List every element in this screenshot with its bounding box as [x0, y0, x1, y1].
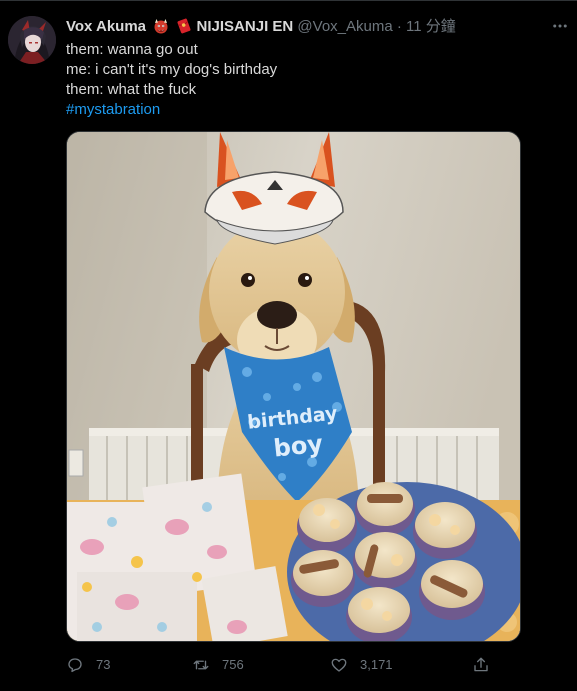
tweet-header: Vox Akuma NIJISANJI EN @Vox_Akuma · 11 分… — [66, 18, 456, 36]
retweet-count: 756 — [222, 657, 244, 672]
red-envelope-emoji-icon — [176, 18, 192, 34]
retweet-icon — [193, 660, 209, 670]
hashtag-link[interactable]: #mystabration — [66, 100, 277, 120]
retweet-button[interactable]: 756 — [192, 654, 244, 676]
share-button[interactable] — [472, 654, 502, 676]
reply-count: 73 — [96, 657, 111, 672]
tweet-line: me: i can't it's my dog's birthday — [66, 61, 278, 78]
tweet-photo[interactable]: birthday boy — [66, 131, 521, 642]
separator-dot: · — [396, 18, 402, 35]
author-name[interactable]: Vox Akuma — [66, 18, 146, 35]
reply-icon — [68, 658, 82, 673]
more-icon[interactable] — [548, 16, 572, 36]
timestamp[interactable]: 11 分鐘 — [406, 18, 456, 35]
avatar[interactable] — [8, 16, 56, 64]
share-icon — [474, 657, 488, 672]
tweet-line: them: what the fuck — [66, 81, 197, 98]
tweet-actions: 73 756 3,171 — [66, 654, 496, 676]
like-count: 3,171 — [360, 657, 393, 672]
reply-button[interactable]: 73 — [66, 654, 110, 676]
cupcake-plate — [287, 482, 520, 641]
tweet-line: them: wanna go out — [66, 41, 198, 58]
tweet[interactable]: Vox Akuma NIJISANJI EN @Vox_Akuma · 11 分… — [0, 0, 577, 691]
bandana-text-2: boy — [272, 430, 324, 463]
ogre-emoji-icon — [153, 18, 169, 34]
author-handle[interactable]: @Vox_Akuma — [297, 18, 392, 35]
like-button[interactable]: 3,171 — [330, 654, 393, 676]
tweet-text: them: wanna go out me: i can't it's my d… — [66, 40, 277, 120]
like-icon — [331, 658, 347, 672]
org-name[interactable]: NIJISANJI EN — [197, 18, 294, 35]
